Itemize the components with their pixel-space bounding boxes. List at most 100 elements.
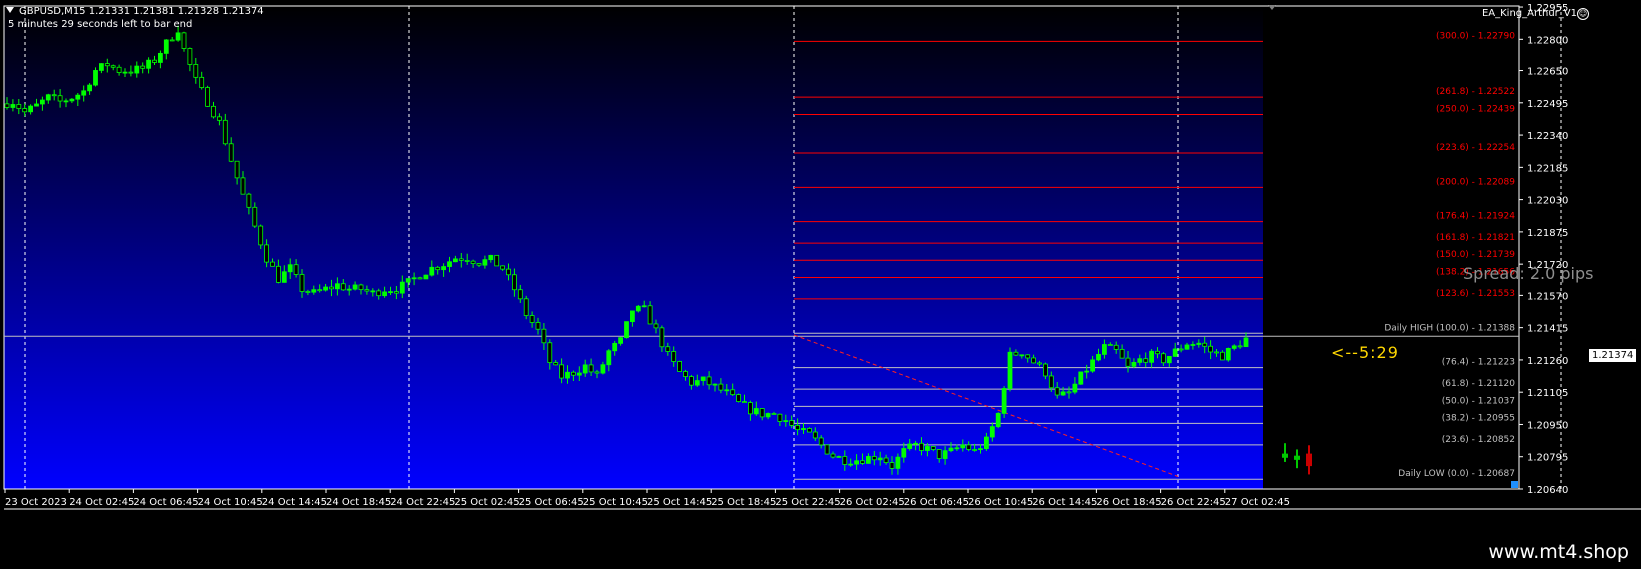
candle-body [10, 104, 16, 108]
candle-body [1060, 391, 1066, 396]
candle-body [116, 66, 122, 73]
smiley-icon[interactable]: ☺ [1577, 8, 1589, 20]
candle-body [99, 63, 104, 71]
candle-body [452, 258, 458, 263]
time-tick-label: 24 Oct 06:45 [133, 497, 198, 508]
candle-body [228, 143, 234, 162]
candle-body [765, 413, 771, 418]
candle-body [305, 291, 311, 293]
candle-body [948, 447, 954, 452]
candle-body [75, 94, 81, 100]
fib-level-label: Daily HIGH (100.0) - 1.21388 [1384, 323, 1515, 333]
candle-body [630, 310, 635, 323]
candle-body [718, 383, 724, 391]
candle-body [553, 362, 559, 366]
candle-body [783, 420, 789, 422]
candle-body [488, 254, 494, 261]
dropdown-triangle-icon[interactable] [6, 7, 14, 13]
fib-level-label: (250.0) - 1.22439 [1436, 104, 1515, 114]
candle-body [429, 266, 435, 276]
time-tick-label: 26 Oct 02:45 [840, 497, 905, 508]
fib-level-label: (261.8) - 1.22522 [1436, 87, 1515, 97]
fib-level-label: (50.0) - 1.21037 [1442, 396, 1515, 406]
price-tick-label: 1.22185 [1527, 163, 1568, 174]
candle-body [193, 64, 199, 78]
chart-window[interactable]: (300.0) - 1.22790 (261.8) - 1.22522 (250.0… [0, 0, 1641, 569]
candle-body [1149, 350, 1154, 363]
candle-body [317, 289, 323, 292]
candle-body [677, 361, 682, 372]
candle-body [1161, 353, 1166, 364]
fib-level-label: (176.4) - 1.21924 [1436, 212, 1515, 222]
candle-body [624, 321, 629, 339]
candle-body [871, 456, 877, 461]
candle-body [824, 444, 830, 455]
candle-body [281, 271, 287, 283]
candle-body [1078, 371, 1084, 385]
candle-body [612, 342, 618, 352]
time-tick-label: 26 Oct 18:45 [1096, 497, 1161, 508]
price-tick-label: 1.21415 [1527, 324, 1568, 335]
candle-body [895, 456, 901, 469]
candle-body [966, 444, 972, 450]
watermark-text: www.mt4.shop [1488, 541, 1629, 563]
candle-body [724, 389, 730, 392]
candle-body [87, 84, 92, 92]
time-tick-label: 24 Oct 14:45 [262, 497, 327, 508]
candle-body [376, 290, 382, 297]
candle-body [441, 266, 447, 271]
candle-body [984, 436, 989, 450]
symbol-info: GBPUSD,M15 1.21331 1.21381 1.21328 1.213… [6, 6, 264, 17]
candle-body [671, 351, 677, 362]
candle-body [606, 350, 612, 366]
candle-body [258, 225, 264, 246]
time-tick-label: 26 Oct 06:45 [904, 497, 969, 508]
candle-body [358, 284, 364, 291]
candle-body [1102, 344, 1107, 355]
candle-body [877, 457, 883, 461]
time-tick-label: 25 Oct 06:45 [519, 497, 584, 508]
candle-body [240, 177, 246, 195]
price-tick-label: 1.21570 [1527, 291, 1568, 302]
candle-body [1190, 344, 1196, 346]
candle-body [960, 444, 966, 449]
candle-body [1007, 351, 1013, 389]
candle-body [299, 274, 305, 292]
candle-body [730, 389, 736, 396]
candle-body [352, 284, 358, 290]
time-tick-label: 24 Oct 22:45 [390, 497, 455, 508]
candle-body [1137, 358, 1143, 363]
candle-body [1166, 355, 1172, 364]
price-tick-label: 1.22495 [1527, 99, 1568, 110]
candle-body [930, 446, 936, 450]
time-tick-label: 24 Oct 18:45 [326, 497, 391, 508]
candle-body [736, 394, 741, 402]
candle-body [1072, 383, 1078, 393]
candle-body [1184, 344, 1190, 350]
price-tick-label: 1.21260 [1527, 356, 1568, 367]
candle-body [512, 274, 517, 291]
candle-body [93, 70, 98, 86]
candle-body [417, 277, 423, 280]
candle-body [482, 259, 488, 266]
candle-body [476, 263, 482, 266]
candle-body [1119, 348, 1125, 359]
candle-body [411, 277, 417, 280]
candle-body [1037, 362, 1042, 365]
candle-body [836, 456, 842, 458]
price-tick-label: 1.20795 [1527, 453, 1568, 464]
candle-body [913, 442, 918, 445]
fib-level-label: (61.8) - 1.21120 [1442, 379, 1516, 389]
price-tick-label: 1.22650 [1527, 67, 1568, 78]
expert-advisor-label[interactable]: EA_King_Arthur_V1 [1482, 8, 1577, 19]
candle-body [388, 291, 393, 294]
candle-body [393, 291, 399, 294]
candle-body [1090, 359, 1095, 372]
time-tick-label: 25 Oct 02:45 [454, 497, 519, 508]
time-tick-label: 23 Oct 2023 [5, 497, 67, 508]
candle-body [954, 447, 960, 450]
fib-level-label: (300.0) - 1.22790 [1436, 31, 1515, 41]
price-chart[interactable]: (300.0) - 1.22790 (261.8) - 1.22522 (250.0… [0, 0, 1641, 569]
candle-body [936, 449, 942, 459]
candle-body [759, 408, 765, 418]
